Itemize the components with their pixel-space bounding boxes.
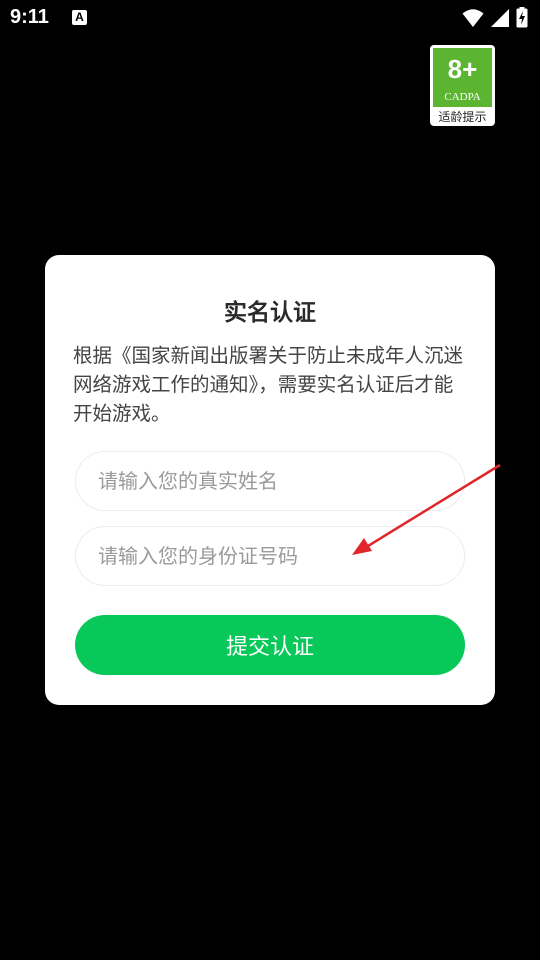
age-rating-hint: 适龄提示	[438, 110, 487, 124]
real-name-input[interactable]	[75, 451, 465, 511]
dialog-title: 实名认证	[224, 300, 316, 326]
id-number-input[interactable]	[75, 526, 465, 586]
status-bar: 9:11 A	[0, 0, 540, 36]
dialog-description: 根据《国家新闻出版署关于防止未成年人沉迷网络游戏工作的通知》，需要实名认证后才能…	[73, 344, 464, 425]
wifi-icon	[462, 8, 484, 27]
submit-auth-button[interactable]: 提交认证	[75, 615, 465, 675]
age-rating-text: 8+	[447, 54, 478, 84]
status-icons	[462, 7, 528, 28]
age-rating-badge[interactable]: 8+ CADPA 适龄提示	[430, 45, 495, 126]
battery-charging-icon	[516, 7, 528, 28]
real-name-auth-dialog: 实名认证 根据《国家新闻出版署关于防止未成年人沉迷网络游戏工作的通知》，需要实名…	[45, 255, 495, 705]
notification-a-icon: A	[72, 10, 87, 25]
status-time: 9:11	[10, 6, 49, 28]
age-rating-org: CADPA	[444, 91, 481, 103]
cell-signal-icon	[491, 8, 509, 27]
age-rating-panel: 8+ CADPA	[433, 48, 492, 107]
